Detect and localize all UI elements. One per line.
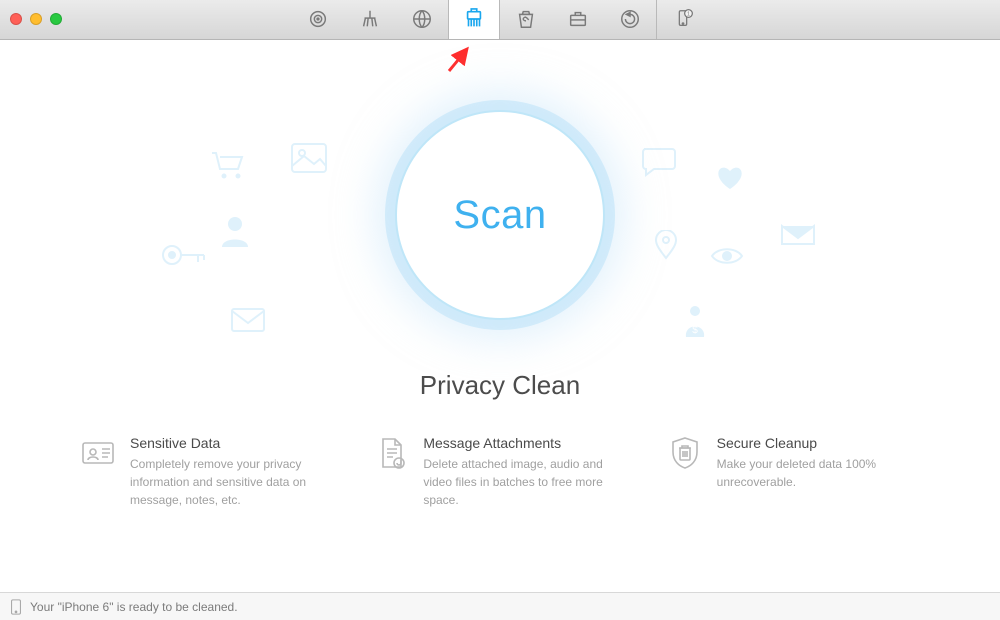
status-bar: Your "iPhone 6" is ready to be cleaned. xyxy=(0,592,1000,620)
feature-title: Secure Cleanup xyxy=(717,435,920,451)
page-title: Privacy Clean xyxy=(0,370,1000,401)
device-icon xyxy=(10,599,22,615)
feature-desc: Delete attached image, audio and video f… xyxy=(423,455,626,509)
svg-text:$: $ xyxy=(692,325,698,336)
shield-trash-icon xyxy=(667,435,703,471)
feature-title: Sensitive Data xyxy=(130,435,333,451)
target-icon xyxy=(307,8,329,30)
feature-desc: Completely remove your privacy informati… xyxy=(130,455,333,509)
scan-button-wrap: Scan xyxy=(395,110,605,320)
feature-title: Message Attachments xyxy=(423,435,626,451)
feature-desc: Make your deleted data 100% unrecoverabl… xyxy=(717,455,920,491)
heart-icon xyxy=(715,165,745,191)
svg-text:1: 1 xyxy=(686,12,689,18)
phone-badge-icon: 1 xyxy=(672,8,694,30)
shredder-icon xyxy=(463,8,485,30)
window-controls xyxy=(10,13,62,25)
toolbar-item-trash[interactable] xyxy=(500,0,552,39)
scan-button-label: Scan xyxy=(453,193,546,238)
file-attach-icon xyxy=(373,435,409,471)
minimize-window-button[interactable] xyxy=(30,13,42,25)
feature-message-attachments: Message Attachments Delete attached imag… xyxy=(373,435,626,509)
mail-icon xyxy=(780,220,816,248)
envelope-icon xyxy=(230,305,266,333)
cart-icon xyxy=(210,150,246,180)
toolbar-item-clean[interactable] xyxy=(344,0,396,39)
id-card-icon xyxy=(80,435,116,471)
top-toolbar: 1 xyxy=(292,0,708,39)
eye-icon xyxy=(710,245,744,267)
feature-secure-cleanup: Secure Cleanup Make your deleted data 10… xyxy=(667,435,920,509)
main-panel: $ Scan Privacy Clean Sensitive Data Comp… xyxy=(0,40,1000,592)
trash-icon xyxy=(515,8,537,30)
photo-icon xyxy=(290,142,328,174)
chat-icon xyxy=(640,145,676,177)
status-text: Your "iPhone 6" is ready to be cleaned. xyxy=(30,600,238,614)
feature-sensitive-data: Sensitive Data Completely remove your pr… xyxy=(80,435,333,509)
toolbar-item-internet[interactable] xyxy=(396,0,448,39)
scan-button[interactable]: Scan xyxy=(395,110,605,320)
refresh-icon xyxy=(619,8,641,30)
zoom-window-button[interactable] xyxy=(50,13,62,25)
key-icon xyxy=(160,240,206,270)
money-icon: $ xyxy=(680,305,710,337)
pin-icon xyxy=(655,230,677,260)
toolbar-item-refresh[interactable] xyxy=(604,0,656,39)
toolbar-item-target[interactable] xyxy=(292,0,344,39)
globe-icon xyxy=(411,8,433,30)
feature-row: Sensitive Data Completely remove your pr… xyxy=(80,435,920,509)
brush-icon xyxy=(359,8,381,30)
person-icon xyxy=(220,215,250,247)
window-titlebar: 1 xyxy=(0,0,1000,40)
toolbar-item-privacy[interactable] xyxy=(448,0,500,39)
close-window-button[interactable] xyxy=(10,13,22,25)
toolbar-item-device[interactable]: 1 xyxy=(656,0,708,39)
briefcase-icon xyxy=(567,8,589,30)
toolbar-item-toolbox[interactable] xyxy=(552,0,604,39)
